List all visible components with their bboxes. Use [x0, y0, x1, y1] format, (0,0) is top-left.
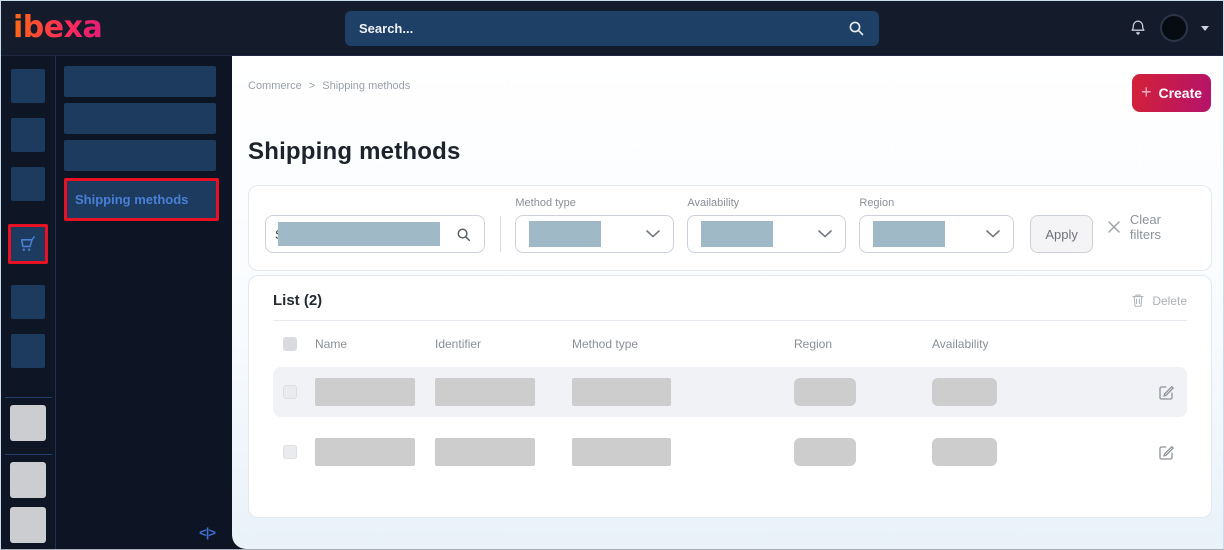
- availability-label: Availability: [687, 197, 740, 209]
- breadcrumb-separator: >: [308, 80, 316, 92]
- nav-item-placeholder[interactable]: [11, 334, 45, 368]
- redacted-method-type-cell: [572, 378, 671, 406]
- nav-bottom-item-placeholder[interactable]: [10, 405, 46, 441]
- redacted-identifier-cell: [435, 378, 535, 406]
- edit-button[interactable]: [1157, 443, 1194, 461]
- table-row: [273, 427, 1187, 477]
- redacted-placeholder-block: [529, 221, 602, 247]
- menu-item-placeholder[interactable]: [64, 140, 216, 171]
- region-label: Region: [859, 197, 895, 209]
- create-button-label: Create: [1158, 85, 1203, 101]
- redacted-availability-cell: [932, 378, 997, 406]
- edit-button[interactable]: [1157, 383, 1194, 401]
- clear-filters-button[interactable]: Clear filters: [1107, 212, 1195, 242]
- filter-divider: [500, 216, 502, 252]
- delete-button-label: Delete: [1152, 293, 1187, 308]
- menu-item-shipping-methods-highlighted[interactable]: Shipping methods: [64, 178, 219, 221]
- search-icon[interactable]: [848, 20, 865, 37]
- column-header-region: Region: [794, 337, 833, 351]
- redacted-region-cell: [794, 438, 856, 466]
- column-header-availability: Availability: [932, 337, 989, 351]
- shopping-cart-icon: [17, 233, 39, 255]
- redacted-placeholder-block: [278, 222, 441, 246]
- nav-item-placeholder[interactable]: [11, 167, 45, 201]
- close-icon: [1107, 220, 1121, 234]
- menu-item-label: Shipping methods: [75, 192, 189, 207]
- menu-item-placeholder[interactable]: [64, 66, 216, 97]
- trash-icon: [1131, 293, 1145, 308]
- secondary-menu-panel: Shipping methods <|>: [56, 56, 232, 549]
- nav-bottom-item-placeholder[interactable]: [10, 507, 46, 543]
- nav-item-placeholder[interactable]: [11, 69, 45, 103]
- redacted-method-type-cell: [572, 438, 671, 466]
- redacted-placeholder-block: [701, 221, 774, 247]
- chevron-down-icon: [986, 230, 1001, 238]
- filter-search-input[interactable]: S: [265, 215, 486, 253]
- nav-item-placeholder[interactable]: [11, 118, 45, 152]
- table-header-row: Name Identifier Method type Region Avail…: [273, 321, 1187, 367]
- panel-collapse-icon[interactable]: <|>: [199, 525, 216, 540]
- method-type-select[interactable]: [515, 215, 675, 253]
- nav-item-placeholder[interactable]: [11, 285, 45, 319]
- rail-divider: [4, 454, 52, 455]
- menu-item-placeholder[interactable]: [64, 103, 216, 134]
- row-checkbox[interactable]: [283, 445, 297, 459]
- row-checkbox[interactable]: [283, 385, 297, 399]
- main-content: Commerce > Shipping methods + Create Shi…: [232, 56, 1223, 549]
- plus-icon: +: [1140, 82, 1152, 102]
- main-nav-rail: [1, 56, 56, 549]
- availability-select[interactable]: [687, 215, 847, 253]
- app-window: ibexa Search... Shipping methods <|> Com…: [0, 0, 1224, 550]
- column-header-name: Name: [315, 337, 348, 351]
- nav-bottom-item-placeholder[interactable]: [10, 462, 46, 498]
- method-type-label: Method type: [515, 197, 576, 209]
- region-select[interactable]: [859, 215, 1015, 253]
- list-section: List (2) Delete Name Identifier Method t…: [248, 275, 1212, 518]
- chevron-down-icon: [646, 230, 661, 238]
- nav-item-commerce-highlighted[interactable]: [8, 224, 48, 264]
- rail-divider: [4, 397, 52, 398]
- user-avatar[interactable]: [1160, 14, 1188, 42]
- page-title: Shipping methods: [248, 138, 461, 165]
- app-body: Shipping methods <|> Commerce > Shipping…: [1, 56, 1223, 549]
- list-title: List (2): [273, 292, 323, 309]
- search-icon[interactable]: [456, 227, 472, 243]
- column-header-identifier: Identifier: [435, 337, 482, 351]
- caret-down-icon[interactable]: [1201, 25, 1209, 31]
- redacted-name-cell: [315, 378, 415, 406]
- select-all-checkbox[interactable]: [283, 337, 297, 351]
- redacted-name-cell: [315, 438, 415, 466]
- ibexa-logo[interactable]: ibexa: [13, 13, 103, 43]
- clear-filters-label: Clear filters: [1129, 212, 1161, 242]
- global-search-input[interactable]: [359, 21, 848, 36]
- breadcrumb-current: Shipping methods: [322, 80, 411, 92]
- topbar-actions: [1129, 14, 1223, 42]
- table-row: [273, 367, 1187, 417]
- apply-button[interactable]: Apply: [1030, 215, 1093, 253]
- bell-icon[interactable]: [1129, 19, 1147, 38]
- redacted-placeholder-block: [873, 221, 946, 247]
- filters-bar: S Method type: [248, 185, 1212, 271]
- breadcrumb: Commerce > Shipping methods: [248, 74, 410, 92]
- redacted-identifier-cell: [435, 438, 535, 466]
- delete-button[interactable]: Delete: [1131, 293, 1187, 308]
- chevron-down-icon: [818, 230, 833, 238]
- redacted-availability-cell: [932, 438, 997, 466]
- top-bar: ibexa: [1, 1, 1223, 56]
- create-button[interactable]: + Create: [1132, 74, 1211, 112]
- column-header-method-type: Method type: [572, 337, 639, 351]
- redacted-region-cell: [794, 378, 856, 406]
- breadcrumb-commerce[interactable]: Commerce: [248, 80, 302, 92]
- global-search-bar[interactable]: [345, 11, 879, 46]
